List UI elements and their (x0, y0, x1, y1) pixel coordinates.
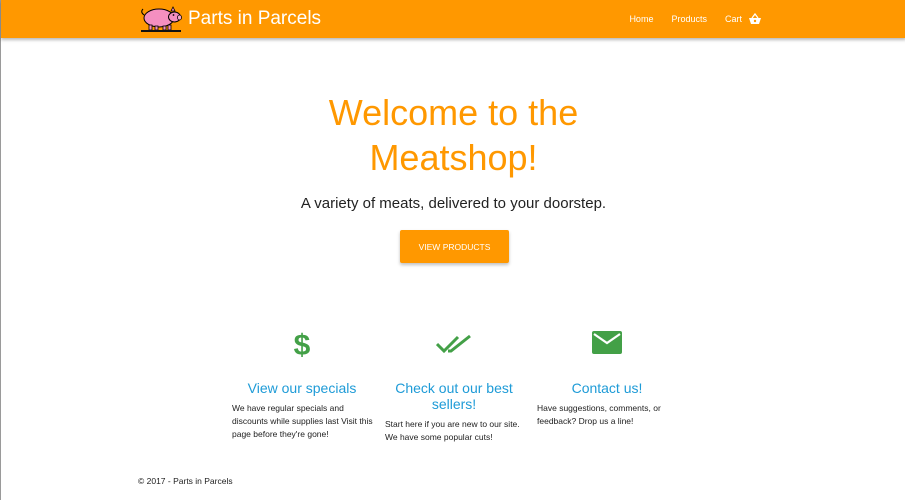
nav-cart-link[interactable]: Cart (725, 13, 762, 25)
feature-contact-text: Have suggestions, comments, or feedback?… (537, 403, 661, 426)
brand-link[interactable]: Parts in Parcels (138, 5, 321, 33)
basket-icon (749, 13, 761, 24)
feature-contact-title[interactable]: Contact us! (532, 380, 682, 396)
feature-best-sellers-text: Start here if you are new to our site. W… (385, 419, 520, 442)
dollar-icon: $ (294, 329, 311, 358)
feature-specials-text: We have regular specials and discounts w… (232, 403, 373, 439)
nav-cart-label: Cart (724, 14, 742, 24)
footer-copyright: © 2017 - Parts in Parcels (138, 476, 233, 486)
feature-specials-title[interactable]: View our specials (227, 380, 377, 396)
nav-products-link[interactable]: Products (671, 14, 707, 24)
brand-name: Parts in Parcels (188, 8, 322, 29)
nav-links: Home Products Cart (611, 0, 762, 38)
svg-text:$: $ (294, 329, 311, 358)
pig-icon (141, 6, 182, 32)
mail-icon (592, 331, 622, 354)
feature-best-sellers-title[interactable]: Check out our best sellers! (379, 380, 529, 412)
hero-title-line2: Meatshop! (369, 137, 538, 178)
hero-subtitle: A variety of meats, delivered to your do… (300, 195, 607, 212)
nav-home-link[interactable]: Home (629, 14, 653, 24)
feature-specials: $ View our specials We have regular spec… (227, 328, 377, 441)
navbar: Parts in Parcels Home Products Cart (1, 0, 905, 38)
feature-best-sellers: Check out our best sellers! Start here i… (379, 328, 529, 444)
view-products-button[interactable]: VIEW PRODUCTS (400, 230, 509, 263)
double-check-icon (436, 334, 471, 354)
hero-title-line1: Welcome to the (328, 92, 579, 133)
feature-contact: Contact us! Have suggestions, comments, … (532, 328, 682, 428)
hero-title: Welcome to the Meatshop! (1, 90, 905, 180)
